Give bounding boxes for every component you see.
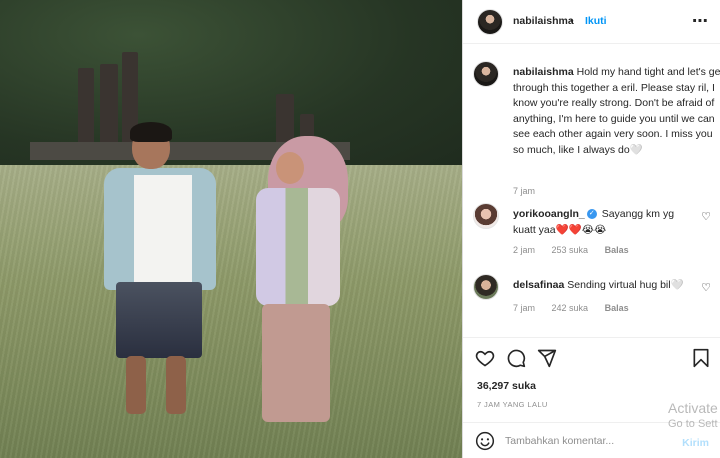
reply-button[interactable]: Balas	[605, 245, 629, 255]
posted-time: 7 JAM YANG LALU	[477, 400, 548, 409]
caption-time: 7 jam	[513, 186, 536, 196]
comment-like-heart-icon[interactable]: ♡	[701, 281, 711, 294]
action-bar	[463, 337, 720, 379]
comment-icon[interactable]	[506, 348, 526, 368]
post-photo[interactable]	[0, 0, 462, 458]
emoji-icon[interactable]	[475, 431, 495, 451]
commenter-avatar[interactable]	[473, 203, 499, 229]
commenter-avatar[interactable]	[473, 274, 499, 300]
separator-dot: •	[570, 15, 574, 27]
post-side-panel: nabilaishma • Ikuti ⋯ nabilaishma Hold m…	[462, 0, 720, 458]
watermark-line-1: Activate	[668, 400, 718, 416]
comment-text: Sending virtual hug bil🤍	[567, 279, 684, 291]
caption-avatar[interactable]	[473, 61, 499, 87]
caption-username[interactable]: nabilaishma	[513, 66, 574, 78]
comment-like-heart-icon[interactable]: ♡	[701, 210, 711, 223]
watermark-line-2: Go to Sett	[668, 418, 718, 430]
follow-button[interactable]: Ikuti	[585, 15, 607, 27]
heart-icon[interactable]	[475, 348, 495, 368]
comments-list[interactable]: nabilaishma Hold my hand tight and let's…	[463, 45, 720, 337]
comment-likes[interactable]: 253 suka	[552, 245, 589, 255]
activate-windows-watermark: Activate Go to Sett	[668, 400, 718, 430]
comment-time: 7 jam	[513, 303, 536, 313]
comment-input[interactable]	[505, 432, 665, 450]
bookmark-icon[interactable]	[691, 348, 711, 368]
author-avatar[interactable]	[477, 9, 503, 35]
commenter-username[interactable]: delsafinaa	[513, 279, 564, 291]
post-comment-button[interactable]: Kirim	[682, 437, 709, 449]
comment-time: 2 jam	[513, 245, 536, 255]
post-header: nabilaishma • Ikuti ⋯	[463, 0, 720, 44]
caption-text: Hold my hand tight and let's get through…	[513, 66, 720, 156]
author-username[interactable]: nabilaishma	[513, 15, 574, 27]
likes-count[interactable]: 36,297 suka	[477, 380, 536, 392]
commenter-username[interactable]: yorikooangln_	[513, 208, 585, 220]
reply-button[interactable]: Balas	[605, 303, 629, 313]
comment-likes[interactable]: 242 suka	[552, 303, 589, 313]
more-options-icon[interactable]: ⋯	[692, 11, 709, 31]
verified-badge-icon: ✓	[586, 209, 597, 220]
send-icon[interactable]	[537, 348, 557, 368]
grass-field	[0, 165, 462, 458]
